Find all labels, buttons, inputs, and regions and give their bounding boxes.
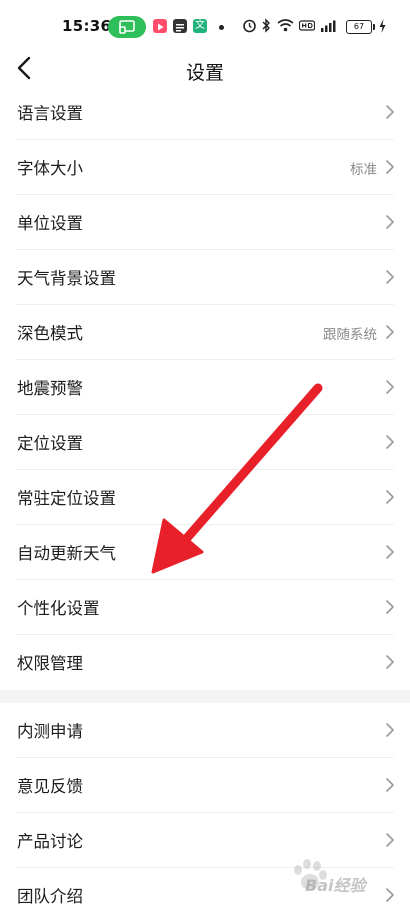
settings-item-language[interactable]: 语言设置 [0, 85, 410, 140]
charging-icon [379, 19, 386, 33]
chevron-right-icon [386, 380, 394, 394]
settings-item-font-size[interactable]: 字体大小 标准 [0, 140, 410, 195]
signal-5g-icon [321, 20, 336, 32]
settings-item-personalization[interactable]: 个性化设置 [0, 580, 410, 635]
chevron-right-icon [386, 490, 394, 504]
text-app-icon: 文 [193, 19, 207, 33]
settings-item-label: 内测申请 [17, 722, 83, 741]
settings-item-label: 常驻定位设置 [17, 489, 116, 508]
settings-item-persistent-location[interactable]: 常驻定位设置 [0, 470, 410, 525]
bluetooth-icon [262, 18, 270, 33]
battery-icon: 67 [346, 20, 372, 34]
status-bar: 15:36 文 67 [0, 0, 410, 40]
text-app-glyph: 文 [195, 20, 205, 31]
chevron-right-icon [386, 215, 394, 229]
alarm-icon [243, 19, 256, 33]
settings-item-beta-apply[interactable]: 内测申请 [0, 703, 410, 758]
hd-icon [299, 20, 315, 31]
settings-item-label: 地震预警 [17, 379, 83, 398]
chevron-right-icon [386, 723, 394, 737]
video-app-icon [153, 19, 167, 33]
chevron-right-icon [386, 435, 394, 449]
settings-item-label: 自动更新天气 [17, 544, 116, 563]
settings-item-location[interactable]: 定位设置 [0, 415, 410, 470]
wifi-icon [277, 19, 294, 32]
chevron-right-icon [386, 778, 394, 792]
settings-item-weather-background[interactable]: 天气背景设置 [0, 250, 410, 305]
settings-item-auto-update-weather[interactable]: 自动更新天气 [0, 525, 410, 580]
chevron-right-icon [386, 105, 394, 119]
settings-item-units[interactable]: 单位设置 [0, 195, 410, 250]
settings-item-earthquake-alert[interactable]: 地震预警 [0, 360, 410, 415]
settings-item-permissions[interactable]: 权限管理 [0, 635, 410, 690]
settings-item-label: 产品讨论 [17, 832, 83, 851]
status-time: 15:36 [62, 17, 112, 35]
chevron-right-icon [386, 600, 394, 614]
settings-item-dark-mode[interactable]: 深色模式 跟随系统 [0, 305, 410, 360]
settings-item-label: 团队介绍 [17, 887, 83, 906]
chevron-right-icon [386, 270, 394, 284]
settings-item-label: 意见反馈 [17, 777, 83, 796]
notification-dot [219, 25, 224, 30]
settings-item-product-discussion[interactable]: 产品讨论 [0, 813, 410, 868]
chevron-right-icon [386, 888, 394, 902]
news-app-icon [173, 19, 187, 33]
settings-list-main: 语言设置 字体大小 标准 单位设置 天气背景设置 深色模式 跟随系统 地震预警 … [0, 85, 410, 690]
page-title: 设置 [185, 62, 224, 84]
settings-item-label: 单位设置 [17, 214, 83, 233]
chevron-right-icon [386, 833, 394, 847]
battery-tip [373, 24, 375, 30]
settings-item-feedback[interactable]: 意见反馈 [0, 758, 410, 813]
settings-item-label: 字体大小 [17, 159, 83, 178]
settings-item-value: 标准 [350, 162, 377, 178]
cast-icon[interactable] [108, 16, 146, 38]
chevron-right-icon [386, 160, 394, 174]
group-separator [0, 690, 410, 703]
settings-item-label: 深色模式 [17, 324, 83, 343]
settings-item-label: 个性化设置 [17, 599, 100, 618]
chevron-right-icon [386, 655, 394, 669]
settings-item-label: 定位设置 [17, 434, 83, 453]
settings-item-label: 语言设置 [17, 104, 83, 123]
settings-item-value: 跟随系统 [323, 327, 377, 343]
battery-level: 67 [353, 22, 365, 31]
settings-item-label: 权限管理 [17, 654, 83, 673]
chevron-right-icon [386, 545, 394, 559]
settings-item-label: 天气背景设置 [17, 269, 116, 288]
watermark-text: Bai经验 [305, 876, 366, 895]
chevron-right-icon [386, 325, 394, 339]
